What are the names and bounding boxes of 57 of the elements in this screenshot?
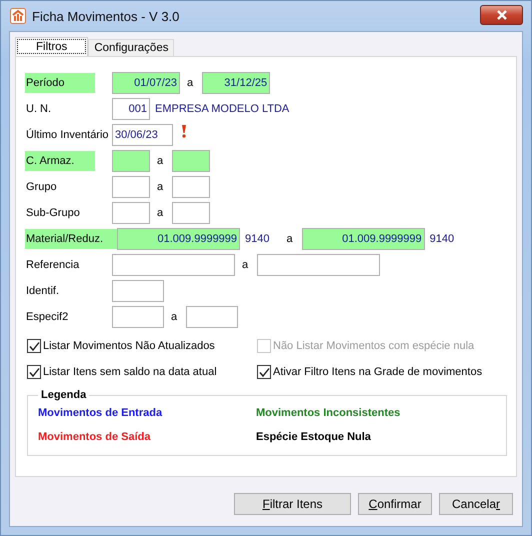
checkbox-option[interactable]: Ativar Filtro Itens na Grade de movimentos (257, 364, 497, 380)
input-field[interactable] (172, 176, 210, 198)
range-separator: a (171, 311, 178, 323)
input-field[interactable]: 01.009.9999999 (302, 228, 425, 250)
field-label: Material/Reduz. (25, 229, 118, 249)
dialog-button[interactable]: Cancelar (439, 493, 513, 515)
input-field[interactable]: 01/07/23 (112, 72, 180, 94)
input-field[interactable] (112, 306, 164, 328)
checkbox[interactable] (27, 339, 41, 353)
range-separator: a (157, 181, 164, 193)
field-label: Último Inventário (25, 128, 110, 143)
input-field[interactable] (112, 176, 150, 198)
close-button[interactable] (480, 5, 523, 25)
checkbox[interactable] (27, 365, 41, 379)
range-separator: a (242, 259, 248, 271)
tab[interactable]: Configurações (88, 39, 174, 56)
tab[interactable]: Filtros (15, 37, 88, 56)
input-field[interactable] (112, 280, 164, 302)
legend-title: Legenda (40, 389, 88, 401)
input-field[interactable] (112, 254, 235, 276)
checkbox-option[interactable]: Listar Movimentos Não Atualizados (27, 338, 257, 354)
input-field[interactable]: 30/06/23 (112, 124, 173, 146)
close-icon (496, 10, 508, 20)
field-label: U. N. (25, 102, 52, 117)
range-separator: a (157, 207, 164, 219)
field-label: Grupo (25, 180, 58, 195)
dialog-button[interactable]: Filtrar Itens (234, 493, 351, 515)
field-label: Período (25, 73, 95, 93)
input-field[interactable] (112, 202, 150, 224)
field-label: Identif. (25, 284, 60, 299)
legend-item: Movimentos Inconsistentes (256, 407, 402, 419)
range-separator: a (286, 233, 293, 245)
range-separator: a (157, 155, 164, 167)
field-note: 9140 (245, 233, 270, 245)
field-label: Referencia (25, 258, 80, 273)
field-note: 9140 (430, 233, 454, 245)
field-label: Sub-Grupo (25, 206, 81, 221)
field-note: EMPRESA MODELO LTDA (155, 103, 290, 115)
legend-item: Movimentos de Entrada (38, 407, 164, 419)
field-label: C. Armaz. (25, 151, 95, 171)
input-field[interactable]: 01.009.9999999 (117, 228, 240, 250)
input-field[interactable] (112, 150, 150, 172)
input-field[interactable] (257, 254, 380, 276)
app-icon (10, 8, 26, 24)
window-title: Ficha Movimentos - V 3.0 (32, 8, 180, 24)
legend-item: Espécie Estoque Nula (256, 431, 372, 443)
dialog-button[interactable]: Confirmar (358, 493, 432, 515)
field-label: Especif2 (25, 310, 70, 325)
checkbox[interactable] (257, 365, 271, 379)
input-field[interactable] (186, 306, 238, 328)
legend-item: Movimentos de Saída (38, 431, 152, 443)
checkbox-option[interactable]: Listar Itens sem saldo na data atual (27, 364, 257, 380)
input-field[interactable]: 31/12/25 (202, 72, 270, 94)
input-field[interactable]: 001 (112, 98, 150, 120)
range-separator: a (187, 77, 194, 89)
input-field[interactable] (172, 202, 210, 224)
input-field[interactable] (172, 150, 210, 172)
